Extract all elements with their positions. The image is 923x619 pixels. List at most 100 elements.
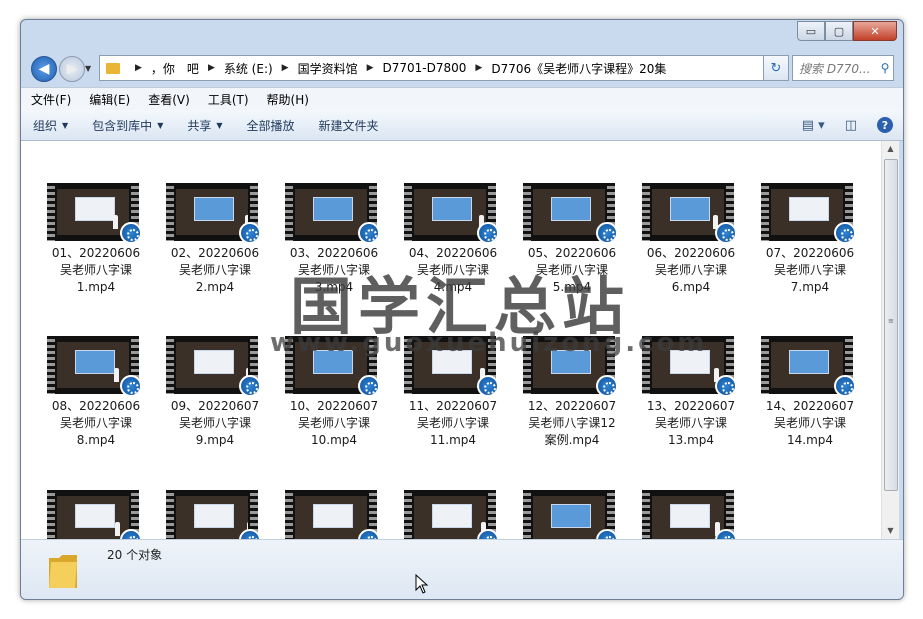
file-item[interactable]: 09、20220607 吴老师八字课 9.mp4 [160,336,261,466]
file-item[interactable]: 01、20220606 吴老师八字课 1.mp4 [41,183,142,313]
projector-screen [313,504,353,528]
media-player-icon [596,375,618,397]
file-item[interactable] [279,490,380,539]
file-name: 05、20220606 吴老师八字课 5.mp4 [527,246,617,294]
organize-button[interactable]: 组织 ▼ [21,117,80,134]
projector-screen [670,197,710,221]
projector-screen [432,197,472,221]
file-item[interactable]: 03、20220606 吴老师八字课 3.mp4 [279,183,380,313]
address-bar[interactable]: ▶ ，你 吧 ▶ 系统 (E:) ▶ 国学资料馆 ▶ D7701-D7800 ▶… [99,55,787,81]
file-item[interactable] [398,490,499,539]
presenter [113,215,118,229]
new-folder-button[interactable]: 新建文件夹 [307,117,391,134]
video-frame [414,189,486,235]
search-input[interactable]: 搜索 D770... [793,60,877,77]
file-name: 01、20220606 吴老师八字课 1.mp4 [51,246,141,294]
chevron-down-icon: ▼ [62,120,69,130]
media-player-icon [239,375,261,397]
search-box[interactable]: 搜索 D770... ⚲ [792,55,894,81]
history-dropdown-icon[interactable]: ▼ [85,64,91,73]
play-all-button[interactable]: 全部播放 [235,117,307,134]
film-strip [404,490,412,539]
file-item[interactable]: 02、20220606 吴老师八字课 2.mp4 [160,183,261,313]
file-item[interactable] [41,490,142,539]
menu-help[interactable]: 帮助(H) [259,91,317,108]
video-frame [295,342,367,388]
file-item[interactable]: 11、20220607 吴老师八字课 11.mp4 [398,336,499,466]
projector-screen [194,350,234,374]
projector-screen [432,350,472,374]
breadcrumb-drive[interactable]: 系统 (E:) [224,60,273,77]
folder-icon [106,62,120,74]
media-player-icon [715,375,737,397]
breadcrumb-folder-2[interactable]: D7701-D7800 [383,61,467,75]
file-item[interactable]: 12、20220607 吴老师八字课12 案例.mp4 [517,336,618,466]
file-item[interactable]: 07、20220606 吴老师八字课 7.mp4 [755,183,856,313]
presenter [114,368,119,382]
projector-screen [75,197,115,221]
view-options-icon[interactable]: ▤ ▾ [802,118,825,133]
close-button[interactable]: ✕ [853,21,897,41]
file-item[interactable]: 13、20220607 吴老师八字课 13.mp4 [636,336,737,466]
share-button[interactable]: 共享 ▼ [175,117,234,134]
menu-file[interactable]: 文件(F) [23,91,79,108]
include-library-button[interactable]: 包含到库中 ▼ [80,117,175,134]
video-frame [533,189,605,235]
menu-tools[interactable]: 工具(T) [200,91,257,108]
file-item[interactable] [636,490,737,539]
file-item[interactable]: 14、20220607 吴老师八字课 14.mp4 [755,336,856,466]
projector-screen [789,197,829,221]
explorer-window: ▭ ▢ ✕ ◀ ▶ ▼ ▶ ，你 吧 ▶ 系统 (E:) ▶ 国学资料馆 ▶ D… [20,19,904,600]
play-all-label: 全部播放 [246,118,295,133]
projector-screen [551,350,591,374]
presenter [115,522,120,536]
projector-screen [670,350,710,374]
breadcrumb-current[interactable]: D7706《吴老师八字课程》20集 [491,60,666,77]
film-strip [285,336,293,394]
file-name: 12、20220607 吴老师八字课12 案例.mp4 [527,399,617,447]
preview-pane-icon[interactable]: ◫ [845,118,857,133]
chevron-right-icon[interactable]: ▶ [367,63,374,73]
file-item[interactable]: 06、20220606 吴老师八字课 6.mp4 [636,183,737,313]
vertical-scrollbar[interactable]: ▲ ≡ ▼ [881,141,899,539]
file-item[interactable]: 08、20220606 吴老师八字课 8.mp4 [41,336,142,466]
scroll-down-icon[interactable]: ▼ [882,523,899,539]
video-frame [57,496,129,539]
file-item[interactable] [517,490,618,539]
file-name: 09、20220607 吴老师八字课 9.mp4 [170,399,260,447]
file-item[interactable]: 10、20220607 吴老师八字课 10.mp4 [279,336,380,466]
menu-edit[interactable]: 编辑(E) [81,91,138,108]
breadcrumb-folder-1[interactable]: 国学资料馆 [298,60,358,77]
video-frame [57,342,129,388]
back-button[interactable]: ◀ [31,56,57,82]
chevron-down-icon: ▼ [216,120,223,130]
file-item[interactable]: 05、20220606 吴老师八字课 5.mp4 [517,183,618,313]
chevron-right-icon[interactable]: ▶ [282,63,289,73]
chevron-right-icon[interactable]: ▶ [475,63,482,73]
film-strip [166,490,174,539]
file-name: 03、20220606 吴老师八字课 3.mp4 [289,246,379,294]
video-frame [533,496,605,539]
forward-button[interactable]: ▶ [59,56,85,82]
help-icon[interactable]: ? [877,117,893,133]
scroll-up-icon[interactable]: ▲ [882,141,899,157]
chevron-right-icon[interactable]: ▶ [208,63,215,73]
breadcrumb-user[interactable]: ，你 吧 [151,60,199,77]
maximize-button[interactable]: ▢ [825,21,853,41]
search-icon[interactable]: ⚲ [877,61,893,75]
video-frame [295,496,367,539]
refresh-button[interactable]: ↻ [763,55,789,81]
film-strip [285,183,293,241]
chevron-right-icon[interactable]: ▶ [135,63,142,73]
projector-screen [432,504,472,528]
scrollbar-thumb[interactable]: ≡ [884,159,898,491]
media-player-icon [477,222,499,244]
new-folder-label: 新建文件夹 [318,118,379,133]
file-item[interactable] [160,490,261,539]
film-strip [642,336,650,394]
menu-view[interactable]: 查看(V) [140,91,198,108]
video-frame [771,342,843,388]
file-item[interactable]: 04、20220606 吴老师八字课 4.mp4 [398,183,499,313]
media-player-icon [834,222,856,244]
minimize-button[interactable]: ▭ [797,21,825,41]
